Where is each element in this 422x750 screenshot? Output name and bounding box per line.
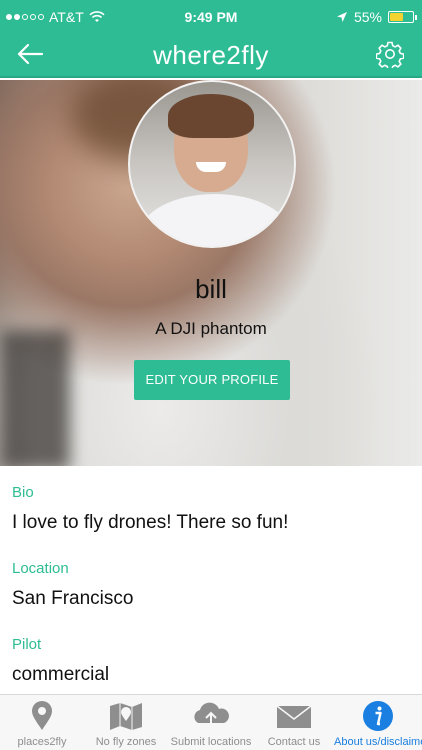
tab-contact-us[interactable]: Contact us (254, 695, 334, 750)
location-label: Location (12, 560, 69, 577)
pilot-label: Pilot (12, 636, 42, 653)
battery-percent: 55% (353, 9, 382, 25)
map-pin-icon (32, 701, 52, 730)
battery-icon (388, 11, 417, 23)
tab-about-us[interactable]: About us/disclaimer (334, 695, 422, 750)
location-field: Location San Francisco (12, 560, 133, 610)
pilot-value: commercial (12, 664, 110, 685)
tab-places2fly[interactable]: places2fly (0, 695, 84, 750)
tab-label: No fly zones (95, 736, 157, 748)
app-header: AT&T 9:49 PM 55% where2fly (0, 0, 422, 78)
pilot-field: Pilot commercial (12, 636, 109, 686)
tab-bar: places2fly No fly zones Submit locations… (0, 694, 422, 750)
status-bar: AT&T 9:49 PM 55% (0, 0, 422, 34)
info-icon (363, 701, 393, 731)
tab-no-fly-zones[interactable]: No fly zones (84, 695, 168, 750)
tab-label: About us/disclaimer (334, 736, 422, 748)
profile-screen: AT&T 9:49 PM 55% where2fly bill A DJI ph… (0, 0, 422, 750)
location-value: San Francisco (12, 588, 134, 609)
background-photo-shadow (0, 330, 70, 466)
tab-submit-locations[interactable]: Submit locations (168, 695, 254, 750)
status-right: 55% (336, 9, 417, 25)
edit-profile-button[interactable]: EDIT YOUR PROFILE (134, 360, 290, 400)
bio-label: Bio (12, 484, 34, 501)
envelope-icon (276, 705, 312, 728)
tab-label: Submit locations (170, 736, 252, 748)
map-icon (110, 703, 142, 730)
cloud-upload-icon (194, 702, 229, 727)
app-title: where2fly (153, 40, 269, 70)
tab-label: places2fly (17, 736, 67, 748)
profile-name: bill (195, 274, 227, 304)
profile-hero: bill A DJI phantom EDIT YOUR PROFILE (0, 80, 422, 466)
nav-bar: where2fly (0, 34, 422, 78)
tab-label: Contact us (267, 736, 321, 748)
bio-field: Bio I love to fly drones! There so fun! (12, 484, 288, 534)
location-arrow-icon (336, 12, 347, 22)
profile-drone: A DJI phantom (155, 319, 267, 338)
gear-icon[interactable] (376, 40, 404, 68)
avatar (128, 80, 296, 248)
bio-value: I love to fly drones! There so fun! (12, 512, 289, 533)
